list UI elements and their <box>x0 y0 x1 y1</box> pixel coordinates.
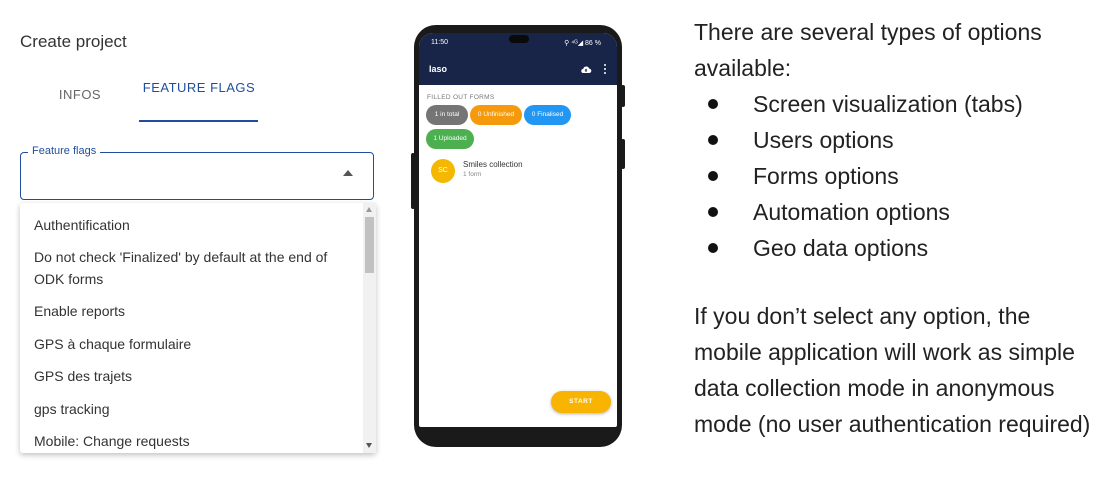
option-mobile-change-requests[interactable]: Mobile: Change requests <box>34 430 354 452</box>
dropdown-scrollbar[interactable] <box>363 203 376 453</box>
bullet-icon <box>708 243 718 253</box>
scroll-down-arrow-icon[interactable] <box>366 443 372 448</box>
list-item: Screen visualization (tabs) <box>694 86 1094 122</box>
chevron-up-icon[interactable] <box>343 170 353 176</box>
bullet-icon <box>708 135 718 145</box>
description-text: There are several types of options avail… <box>694 14 1094 442</box>
outro-text: If you don’t select any option, the mobi… <box>694 303 1091 437</box>
app-title: Iaso <box>429 64 448 74</box>
bullet-icon <box>708 207 718 217</box>
option-gps-des-trajets[interactable]: GPS des trajets <box>34 365 354 387</box>
chip-total[interactable]: 1 in total <box>426 105 468 125</box>
chip-finalised[interactable]: 0 Finalised <box>524 105 571 125</box>
bullet-icon <box>708 99 718 109</box>
intro-text: There are several types of options avail… <box>694 19 1042 81</box>
form-subtitle: 1 form <box>463 171 482 178</box>
page-title: Create project <box>20 32 127 51</box>
list-item: Geo data options <box>694 230 1094 266</box>
active-tab-indicator <box>139 120 258 122</box>
bullet-text: Geo data options <box>753 235 929 261</box>
option-do-not-check-finalized[interactable]: Do not check 'Finalized' by default at t… <box>34 246 354 290</box>
feature-flags-dropdown: Authentification Do not check 'Finalized… <box>20 203 376 453</box>
bullet-icon <box>708 171 718 181</box>
tab-bar: INFOS FEATURE FLAGS <box>20 78 280 124</box>
option-gps-tracking[interactable]: gps tracking <box>34 398 354 420</box>
form-title: Smiles collection <box>463 160 523 169</box>
avatar: SC <box>431 159 455 183</box>
list-item: Automation options <box>694 194 1094 230</box>
phone-mockup: 11:50 ⚲ ⁴ᴳ◢ 86 % Iaso FILLED OUT FORMS 1… <box>411 25 625 447</box>
list-item[interactable]: SC Smiles collection 1 form <box>419 153 617 189</box>
option-enable-reports[interactable]: Enable reports <box>34 300 354 322</box>
status-bar: 11:50 ⚲ ⁴ᴳ◢ 86 % <box>419 33 617 53</box>
status-indicators: ⚲ ⁴ᴳ◢ 86 % <box>564 40 601 47</box>
options-list: Screen visualization (tabs) Users option… <box>694 86 1094 266</box>
bullet-text: Forms options <box>753 163 899 189</box>
app-bar: Iaso <box>419 53 617 85</box>
create-project-panel: Create project INFOS FEATURE FLAGS Featu… <box>0 0 400 480</box>
tab-feature-flags[interactable]: FEATURE FLAGS <box>139 78 259 124</box>
section-label: FILLED OUT FORMS <box>427 94 495 101</box>
phone-screen: 11:50 ⚲ ⁴ᴳ◢ 86 % Iaso FILLED OUT FORMS 1… <box>419 33 617 427</box>
camera-notch <box>509 35 529 43</box>
scroll-up-arrow-icon[interactable] <box>366 207 372 212</box>
list-item: Forms options <box>694 158 1094 194</box>
phone-side-button <box>411 153 415 209</box>
chip-unfinished[interactable]: 0 Unfinished <box>470 105 522 125</box>
feature-flags-label: Feature flags <box>28 145 101 157</box>
bullet-text: Users options <box>753 127 894 153</box>
list-item: Users options <box>694 122 1094 158</box>
option-gps-chaque-formulaire[interactable]: GPS à chaque formulaire <box>34 333 354 355</box>
phone-volume-button <box>621 85 625 107</box>
bullet-text: Screen visualization (tabs) <box>753 91 1023 117</box>
status-time: 11:50 <box>431 39 448 46</box>
scroll-thumb[interactable] <box>365 217 374 273</box>
feature-flags-select[interactable] <box>20 152 374 200</box>
cloud-upload-icon[interactable] <box>580 66 592 73</box>
start-button[interactable]: START <box>551 391 611 413</box>
phone-power-button <box>621 139 625 169</box>
chip-uploaded[interactable]: 1 Uploaded <box>426 129 474 149</box>
option-authentification[interactable]: Authentification <box>34 214 354 236</box>
tab-infos[interactable]: INFOS <box>20 78 140 124</box>
bullet-text: Automation options <box>753 199 950 225</box>
more-vert-icon[interactable] <box>604 64 607 76</box>
